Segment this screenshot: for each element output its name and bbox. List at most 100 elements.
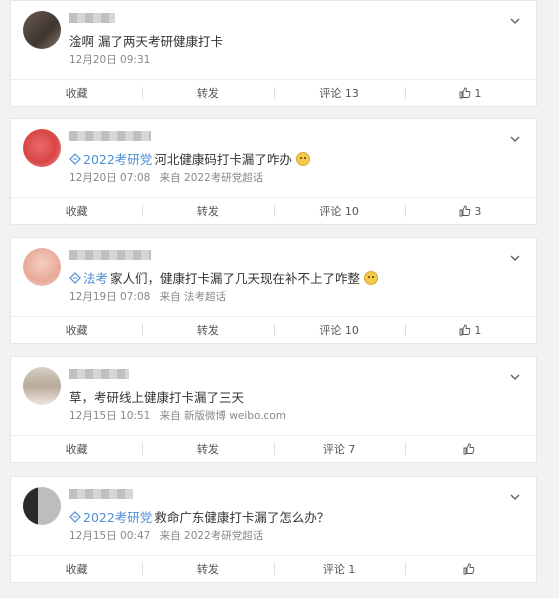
- comment-button[interactable]: 评论 10: [273, 317, 405, 343]
- repost-button[interactable]: 转发: [142, 317, 273, 343]
- comment-label: 评论 10: [319, 324, 359, 337]
- post-card: 草，考研线上健康打卡漏了三天 12月15日 10:51 来自 新版微博 weib…: [10, 356, 537, 463]
- collect-button[interactable]: 收藏: [11, 317, 142, 343]
- post-card: 淦啊 漏了两天考研健康打卡 12月20日 09:31 收藏 转发 评论 13 1: [10, 0, 537, 107]
- like-button[interactable]: [404, 436, 536, 462]
- comment-label: 评论 7: [322, 443, 356, 456]
- action-bar: 收藏 转发 评论 10 3: [11, 197, 536, 224]
- chevron-down-icon[interactable]: [508, 13, 522, 27]
- comment-button[interactable]: 评论 10: [273, 198, 405, 224]
- username-blurred[interactable]: [69, 131, 151, 141]
- post-source[interactable]: 来自 2022考研党超话: [160, 172, 264, 184]
- like-button[interactable]: 3: [404, 198, 536, 224]
- topic-label: 法考: [83, 271, 109, 286]
- comment-button[interactable]: 评论 13: [273, 80, 405, 106]
- action-bar: 收藏 转发 评论 10 1: [11, 316, 536, 343]
- post-time[interactable]: 12月15日 00:47: [69, 530, 150, 542]
- post-meta: 12月20日 09:31: [69, 52, 156, 67]
- post-text: 草，考研线上健康打卡漏了三天: [69, 387, 244, 406]
- action-bar: 收藏 转发 评论 13 1: [11, 79, 536, 106]
- repost-label: 转发: [196, 87, 219, 100]
- post-text-content: 河北健康码打卡漏了咋办: [154, 152, 292, 167]
- repost-button[interactable]: 转发: [142, 198, 273, 224]
- topic-label: 2022考研党: [83, 510, 153, 525]
- thumbs-up-icon: [459, 324, 471, 336]
- comment-button[interactable]: 评论 1: [273, 556, 405, 582]
- collect-button[interactable]: 收藏: [11, 556, 142, 582]
- emoji-icon: [295, 151, 310, 166]
- post-text: 法考 家人们，健康打卡漏了几天现在补不上了咋整: [69, 268, 379, 287]
- avatar[interactable]: [23, 367, 61, 405]
- repost-label: 转发: [196, 324, 219, 337]
- topic-diamond-icon: [69, 271, 81, 284]
- repost-label: 转发: [196, 205, 219, 218]
- chevron-down-icon[interactable]: [508, 369, 522, 383]
- repost-button[interactable]: 转发: [142, 556, 273, 582]
- comment-label: 评论 13: [319, 87, 359, 100]
- chevron-down-icon[interactable]: [508, 131, 522, 145]
- emoji-icon: [364, 270, 379, 285]
- post-text-content: 救命广东健康打卡漏了怎么办？: [154, 510, 330, 525]
- post-time[interactable]: 12月20日 07:08: [69, 172, 150, 184]
- thumbs-up-icon: [459, 87, 471, 99]
- topic-link[interactable]: 2022考研党: [69, 149, 152, 168]
- post-time[interactable]: 12月15日 10:51: [69, 410, 150, 422]
- post-text-content: 草，考研线上健康打卡漏了三天: [69, 390, 245, 405]
- post-card: 法考 家人们，健康打卡漏了几天现在补不上了咋整 12月19日 07:08 来自 …: [10, 237, 537, 344]
- post-meta: 12月20日 07:08 来自 2022考研党超话: [69, 170, 269, 185]
- post-meta: 12月19日 07:08 来自 法考超话: [69, 289, 232, 304]
- username-blurred[interactable]: [69, 250, 151, 260]
- post-card: 2022考研党 救命广东健康打卡漏了怎么办？ 12月15日 00:47 来自 2…: [10, 476, 537, 583]
- topic-label: 2022考研党: [83, 152, 153, 167]
- like-count: 1: [474, 86, 482, 100]
- post-source[interactable]: 来自 法考超话: [160, 291, 226, 303]
- comment-label: 评论 10: [319, 205, 359, 218]
- chevron-down-icon[interactable]: [508, 489, 522, 503]
- like-count: 3: [474, 204, 482, 218]
- repost-button[interactable]: 转发: [142, 80, 273, 106]
- collect-label: 收藏: [65, 324, 88, 337]
- collect-label: 收藏: [65, 87, 88, 100]
- post-time[interactable]: 12月19日 07:08: [69, 291, 150, 303]
- avatar[interactable]: [23, 487, 61, 525]
- avatar[interactable]: [23, 248, 61, 286]
- chevron-down-icon[interactable]: [508, 250, 522, 264]
- action-bar: 收藏 转发 评论 7: [11, 435, 536, 462]
- collect-label: 收藏: [65, 563, 88, 576]
- post-text: 淦啊 漏了两天考研健康打卡: [69, 31, 223, 50]
- post-card: 2022考研党 河北健康码打卡漏了咋办 12月20日 07:08 来自 2022…: [10, 118, 537, 225]
- topic-link[interactable]: 2022考研党: [69, 507, 152, 526]
- like-button[interactable]: 1: [404, 80, 536, 106]
- username-blurred[interactable]: [69, 489, 133, 499]
- like-button[interactable]: 1: [404, 317, 536, 343]
- post-text-content: 家人们，健康打卡漏了几天现在补不上了咋整: [110, 271, 361, 286]
- collect-label: 收藏: [65, 205, 88, 218]
- post-time[interactable]: 12月20日 09:31: [69, 54, 150, 66]
- username-blurred[interactable]: [69, 13, 115, 23]
- post-meta: 12月15日 00:47 来自 2022考研党超话: [69, 528, 269, 543]
- post-source[interactable]: 来自 2022考研党超话: [160, 530, 264, 542]
- post-source[interactable]: 来自 新版微博 weibo.com: [160, 410, 286, 422]
- collect-label: 收藏: [65, 443, 88, 456]
- post-text-content: 淦啊 漏了两天考研健康打卡: [69, 34, 223, 49]
- topic-diamond-icon: [69, 152, 81, 165]
- thumbs-up-icon: [463, 443, 475, 455]
- action-bar: 收藏 转发 评论 1: [11, 555, 536, 582]
- repost-button[interactable]: 转发: [142, 436, 273, 462]
- repost-label: 转发: [196, 443, 219, 456]
- comment-button[interactable]: 评论 7: [273, 436, 405, 462]
- post-text: 2022考研党 河北健康码打卡漏了咋办: [69, 149, 310, 168]
- weibo-feed: 淦啊 漏了两天考研健康打卡 12月20日 09:31 收藏 转发 评论 13 1…: [0, 0, 559, 598]
- collect-button[interactable]: 收藏: [11, 80, 142, 106]
- like-button[interactable]: [404, 556, 536, 582]
- collect-button[interactable]: 收藏: [11, 198, 142, 224]
- username-blurred[interactable]: [69, 369, 129, 379]
- topic-diamond-icon: [69, 510, 81, 523]
- post-meta: 12月15日 10:51 来自 新版微博 weibo.com: [69, 408, 292, 423]
- post-text: 2022考研党 救命广东健康打卡漏了怎么办？: [69, 507, 329, 526]
- thumbs-up-icon: [459, 205, 471, 217]
- topic-link[interactable]: 法考: [69, 268, 108, 287]
- avatar[interactable]: [23, 129, 61, 167]
- collect-button[interactable]: 收藏: [11, 436, 142, 462]
- avatar[interactable]: [23, 11, 61, 49]
